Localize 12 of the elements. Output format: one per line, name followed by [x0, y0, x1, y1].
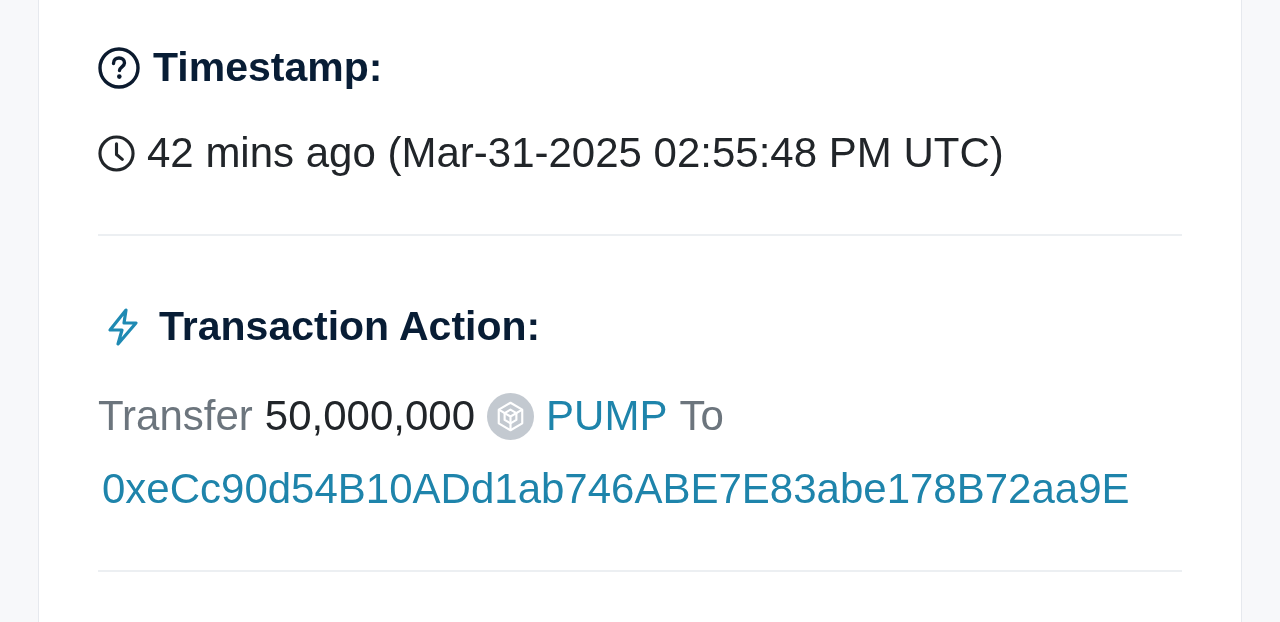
token-link[interactable]: PUMP: [546, 391, 668, 442]
help-icon: [98, 46, 140, 89]
to-label: To: [679, 391, 724, 442]
amount-text: 50,000,000: [264, 391, 476, 442]
section-heading: Transaction Action:: [159, 302, 541, 352]
address-link[interactable]: 0xeCc90d54B10ADd1ab746ABE7E83abe178B72aa9E: [102, 463, 1130, 515]
clock-icon: [98, 134, 135, 172]
lightning-icon: [106, 307, 140, 346]
section-heading: Timestamp:: [153, 42, 383, 92]
action-label: Transfer: [98, 391, 253, 442]
timestamp-text: 42 mins ago (Mar-31-2025 02:55:48 PM UTC): [147, 128, 1004, 178]
token-icon: [487, 393, 535, 441]
